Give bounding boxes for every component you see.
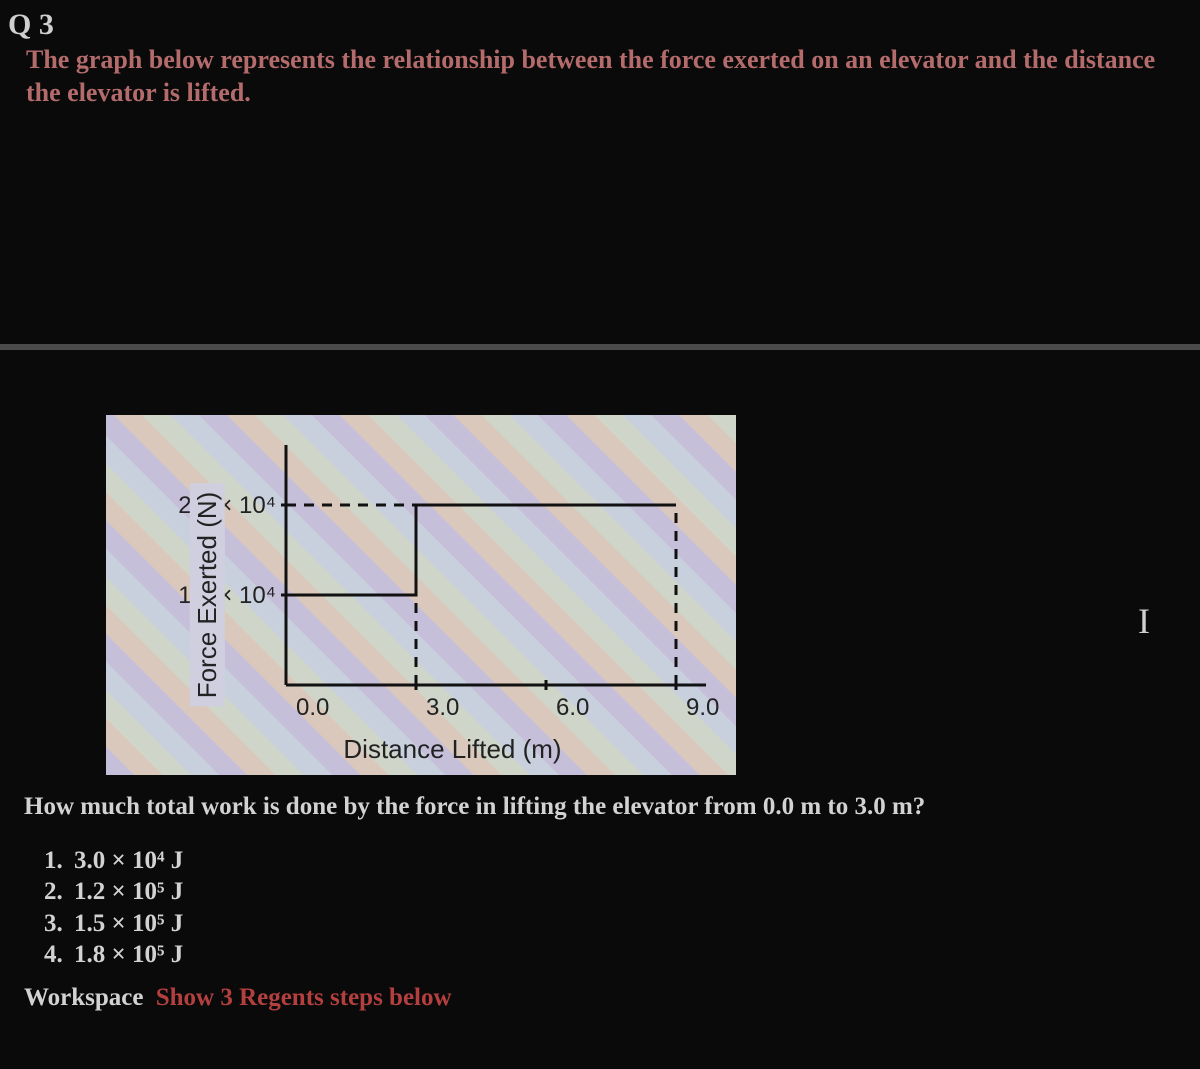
question-number: Q 3 <box>8 8 1200 42</box>
show-steps-link[interactable]: Show 3 Regents steps below <box>156 984 452 1011</box>
answer-options: 1.3.0 × 10⁴ J 2.1.2 × 10⁵ J 3.1.5 × 10⁵ … <box>44 845 1200 970</box>
x-axis-label: Distance Lifted (m) <box>343 734 561 765</box>
text-cursor-icon: I <box>1138 600 1150 642</box>
question-intro: The graph below represents the relations… <box>8 44 1200 109</box>
question-prompt: How much total work is done by the force… <box>24 793 1200 821</box>
x-tick-1: 3.0 <box>426 694 459 721</box>
x-tick-0: 0.0 <box>296 694 329 721</box>
force-distance-graph: Force Exerted (N) Distance Lifted (m) 0.… <box>106 415 736 775</box>
workspace-label: Workspace <box>24 984 143 1011</box>
option-3[interactable]: 3.1.5 × 10⁵ J <box>44 908 1200 939</box>
option-2[interactable]: 2.1.2 × 10⁵ J <box>44 876 1200 907</box>
section-divider <box>0 344 1200 350</box>
option-4[interactable]: 4.1.8 × 10⁵ J <box>44 939 1200 970</box>
y-axis-label: Force Exerted (N) <box>190 484 225 707</box>
x-tick-2: 6.0 <box>556 694 589 721</box>
x-tick-3: 9.0 <box>686 694 719 721</box>
option-1[interactable]: 1.3.0 × 10⁴ J <box>44 845 1200 876</box>
